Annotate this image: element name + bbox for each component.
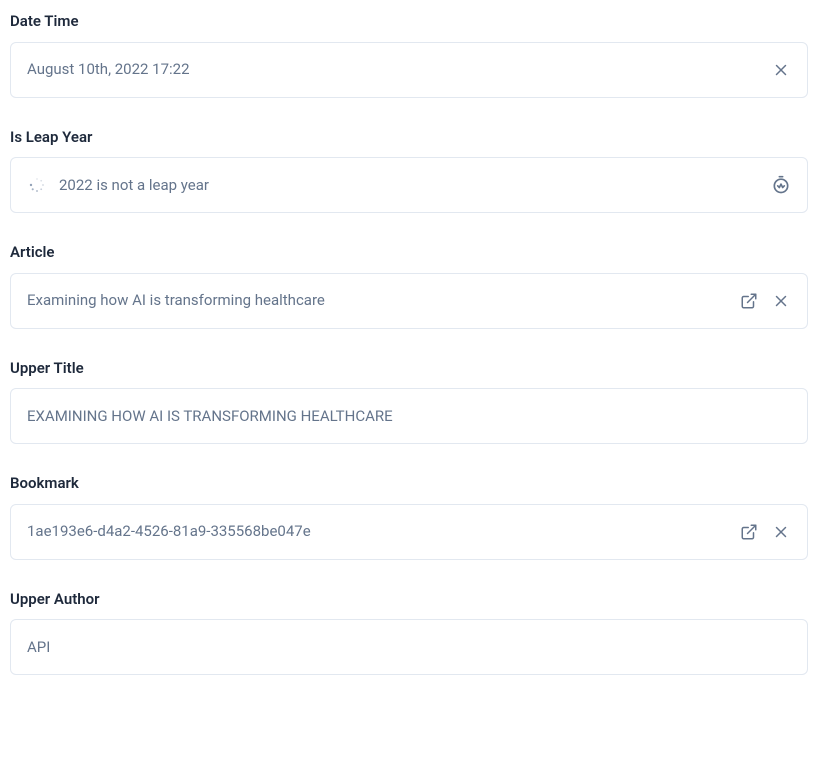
bookmark-box[interactable]: 1ae193e6-d4a2-4526-81a9-335568be047e: [10, 504, 808, 560]
is-leap-year-value: 2022 is not a leap year: [59, 175, 759, 196]
close-icon[interactable]: [771, 522, 791, 542]
bookmark-label: Bookmark: [10, 474, 808, 494]
article-value: Examining how AI is transforming healthc…: [27, 290, 727, 311]
is-leap-year-box[interactable]: 2022 is not a leap year: [10, 157, 808, 213]
upper-title-value: EXAMINING HOW AI IS TRANSFORMING HEALTHC…: [27, 406, 791, 427]
upper-title-label: Upper Title: [10, 359, 808, 379]
upper-title-box[interactable]: EXAMINING HOW AI IS TRANSFORMING HEALTHC…: [10, 388, 808, 444]
date-time-label: Date Time: [10, 12, 808, 32]
stopwatch-activity-icon[interactable]: [771, 175, 791, 195]
date-time-box[interactable]: August 10th, 2022 17:22: [10, 42, 808, 98]
field-bookmark: Bookmark 1ae193e6-d4a2-4526-81a9-335568b…: [10, 474, 808, 560]
external-link-icon[interactable]: [739, 291, 759, 311]
external-link-icon[interactable]: [739, 522, 759, 542]
upper-author-label: Upper Author: [10, 590, 808, 610]
bookmark-value: 1ae193e6-d4a2-4526-81a9-335568be047e: [27, 521, 727, 542]
article-label: Article: [10, 243, 808, 263]
field-upper-author: Upper Author API: [10, 590, 808, 676]
is-leap-year-label: Is Leap Year: [10, 128, 808, 148]
date-time-value: August 10th, 2022 17:22: [27, 59, 759, 80]
upper-author-value: API: [27, 637, 791, 658]
upper-author-box[interactable]: API: [10, 619, 808, 675]
loading-spinner-icon: [27, 175, 47, 195]
article-box[interactable]: Examining how AI is transforming healthc…: [10, 273, 808, 329]
field-is-leap-year: Is Leap Year 2022 is not a leap year: [10, 128, 808, 214]
field-date-time: Date Time August 10th, 2022 17:22: [10, 12, 808, 98]
field-article: Article Examining how AI is transforming…: [10, 243, 808, 329]
close-icon[interactable]: [771, 60, 791, 80]
close-icon[interactable]: [771, 291, 791, 311]
field-upper-title: Upper Title EXAMINING HOW AI IS TRANSFOR…: [10, 359, 808, 445]
